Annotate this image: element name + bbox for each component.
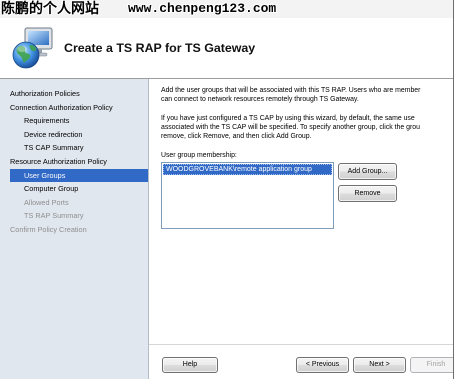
globe-computer-icon bbox=[12, 27, 53, 69]
nav-item-computer-group[interactable]: Computer Group bbox=[0, 182, 148, 196]
page-title: Create a TS RAP for TS Gateway bbox=[64, 41, 256, 55]
note-text: If you have just configured a TS CAP by … bbox=[161, 114, 420, 141]
wizard-header: Create a TS RAP for TS Gateway bbox=[0, 18, 454, 79]
nav-item-allowed-ports: Allowed Ports bbox=[24, 197, 69, 207]
watermark-site-name: 陈鹏的个人网站 bbox=[1, 1, 99, 17]
finish-button: Finish bbox=[410, 357, 454, 373]
intro-text-line: can connect to network resources remotel… bbox=[161, 96, 359, 103]
nav-item-resource-authorization-policy[interactable]: Resource Authorization Policy bbox=[0, 155, 148, 169]
note-text-line: associated with the TS CAP will be speci… bbox=[161, 123, 420, 131]
intro-text: Add the user groups that will be associa… bbox=[161, 86, 420, 104]
watermark-url: www.chenpeng123.com bbox=[128, 1, 277, 16]
nav-item-authorization-policies[interactable]: Authorization Policies bbox=[0, 87, 148, 101]
nav-item-user-groups[interactable]: User Groups bbox=[10, 168, 148, 183]
wizard-steps-pane: Authorization Policies Connection Author… bbox=[0, 79, 149, 379]
nav-item-requirements[interactable]: Requirements bbox=[0, 114, 148, 128]
nav-item-ts-rap-summary: TS RAP Summary bbox=[24, 211, 84, 221]
help-button[interactable]: Help bbox=[162, 357, 218, 373]
title-bar: 陈鹏的个人网站 www.chenpeng123.com bbox=[0, 0, 454, 18]
footer-divider bbox=[149, 344, 454, 345]
nav-item-device-redirection[interactable]: Device redirection bbox=[0, 128, 148, 142]
user-group-membership-label: User group membership: bbox=[161, 151, 237, 159]
intro-text-line: Add the user groups that will be associa… bbox=[161, 87, 421, 94]
next-button[interactable]: Next > bbox=[353, 357, 406, 373]
note-text-line: If you have just configured a TS CAP by … bbox=[161, 114, 415, 122]
remove-button[interactable]: Remove bbox=[338, 185, 397, 202]
nav-item-connection-authorization-policy[interactable]: Connection Authorization Policy bbox=[0, 101, 148, 115]
note-text-line: remove, click Remove, and then click Add… bbox=[161, 132, 312, 140]
nav-item-ts-cap-summary[interactable]: TS CAP Summary bbox=[0, 141, 148, 155]
previous-button[interactable]: < Previous bbox=[296, 357, 349, 373]
user-group-list[interactable]: WOODGROVEBANK\remote application group bbox=[161, 162, 334, 229]
nav-item-confirm-policy-creation: Confirm Policy Creation bbox=[10, 224, 87, 234]
user-group-list-item[interactable]: WOODGROVEBANK\remote application group bbox=[163, 164, 332, 175]
add-group-button[interactable]: Add Group... bbox=[338, 163, 397, 180]
wizard-content: Add the user groups that will be associa… bbox=[149, 79, 454, 379]
